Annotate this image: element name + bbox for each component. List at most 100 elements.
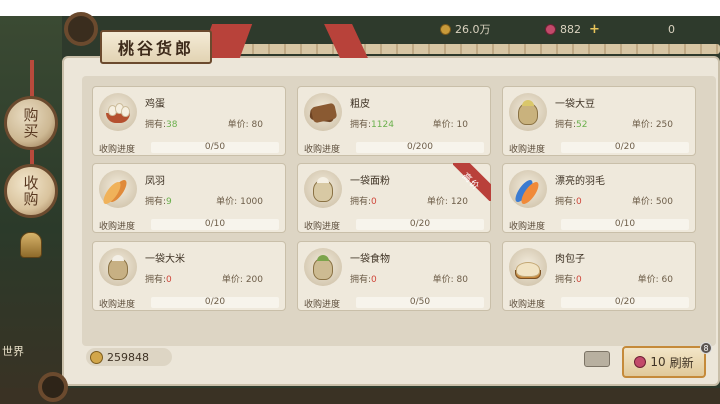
- goods-card[interactable]: 肉包子 拥有:0 单价: 60 收购进度 0/20: [502, 241, 696, 311]
- owned-label: 拥有:: [350, 197, 372, 207]
- progress-bar: 0/20: [561, 142, 689, 153]
- price-label: 单价:: [227, 120, 249, 130]
- item-owned: 拥有:0: [555, 194, 582, 207]
- gem-icon: [545, 23, 556, 35]
- progress-value: 0/20: [614, 297, 636, 307]
- gem-amount: 882: [560, 22, 581, 36]
- price-label: 单价:: [216, 197, 238, 207]
- coin-icon: [90, 350, 103, 364]
- owned-count: 52: [576, 120, 588, 130]
- owned-count: 0: [576, 197, 582, 207]
- owned-count: 0: [371, 275, 377, 285]
- item-price: 单价: 60: [638, 272, 673, 285]
- price-value: 1000: [240, 197, 263, 207]
- coin-balance: 259848: [86, 348, 172, 366]
- silver-resource: 26.0万: [440, 21, 491, 37]
- progress-bar: 0/200: [356, 142, 484, 153]
- soybean-sack-icon: [509, 93, 547, 131]
- world-label[interactable]: 世界: [2, 343, 24, 359]
- progress-value: 0/200: [407, 142, 433, 152]
- progress-value: 0/20: [614, 142, 636, 152]
- high-price-tag: 高价: [453, 163, 491, 201]
- purchase-tab[interactable]: 收购: [4, 164, 58, 218]
- progress-label: 收购进度: [304, 145, 341, 155]
- item-price: 单价: 80: [228, 117, 263, 130]
- progress-bar: 0/10: [561, 219, 689, 230]
- goods-card[interactable]: 粗皮拥有:1124 单价: 10 收购进度 0/200: [297, 86, 491, 156]
- item-price: 单价: 200: [222, 272, 263, 285]
- item-owned: 拥有:0: [350, 272, 377, 285]
- item-price: 单价: 250: [632, 117, 673, 130]
- hide-icon: [304, 93, 342, 131]
- refresh-cost: 10: [650, 355, 666, 369]
- item-owned: 拥有:9: [145, 194, 172, 207]
- rice-sack-icon: [99, 248, 137, 286]
- price-label: 单价:: [631, 197, 653, 207]
- progress-bar: 0/20: [356, 219, 484, 230]
- progress-bar: 0/20: [151, 297, 279, 308]
- price-value: 250: [655, 120, 673, 130]
- progress-label: 收购进度: [99, 222, 136, 232]
- price-label: 单价:: [426, 197, 448, 207]
- owned-count: 0: [576, 275, 582, 285]
- price-value: 60: [661, 275, 673, 285]
- owned-count: 38: [166, 120, 178, 130]
- item-price: 单价: 10: [433, 117, 468, 130]
- item-owned: 拥有:0: [555, 272, 582, 285]
- goods-card[interactable]: 凤羽拥有:9 单价: 1000 收购进度 0/10: [92, 163, 286, 233]
- price-label: 单价:: [432, 275, 454, 285]
- price-label: 单价:: [637, 275, 659, 285]
- buy-tab[interactable]: 购买: [4, 96, 58, 150]
- refresh-button[interactable]: 10 刷新: [622, 346, 706, 378]
- meat-bun-icon: [509, 248, 547, 286]
- coin-amount: 259848: [107, 350, 149, 364]
- item-name: 一袋大豆: [555, 99, 595, 110]
- third-amount: 0: [668, 22, 675, 36]
- progress-value: 0/50: [204, 142, 226, 152]
- owned-label: 拥有:: [145, 120, 167, 130]
- goods-card[interactable]: 一袋食物拥有:0 单价: 80 收购进度 0/50: [297, 241, 491, 311]
- item-name: 一袋食物: [350, 254, 390, 265]
- purchase-tab-label: 收购: [21, 175, 40, 207]
- progress-bar: 0/20: [561, 297, 689, 308]
- item-owned: 拥有:0: [350, 194, 377, 207]
- price-label: 单价:: [432, 120, 454, 130]
- item-price: 单价: 500: [632, 194, 673, 207]
- high-price-label: 高价: [459, 171, 482, 193]
- progress-label: 收购进度: [304, 222, 341, 232]
- goods-card[interactable]: 一袋面粉 拥有:0 单价: 120 收购进度 0/20 高价: [297, 163, 491, 233]
- goods-card[interactable]: 一袋大米 拥有:0 单价: 200 收购进度 0/20: [92, 241, 286, 311]
- silver-amount: 26.0万: [455, 23, 491, 36]
- item-owned: 拥有:1124: [350, 117, 394, 130]
- item-name: 鸡蛋: [145, 99, 165, 110]
- cart-wheel-icon: [64, 12, 98, 46]
- resource-bar: 26.0万 882 + 0: [420, 18, 720, 40]
- item-name: 一袋大米: [145, 254, 185, 265]
- price-value: 80: [251, 120, 263, 130]
- item-name: 凤羽: [145, 176, 165, 187]
- owned-label: 拥有:: [555, 120, 577, 130]
- ribbon-decoration: [30, 60, 34, 100]
- progress-label: 收购进度: [509, 300, 546, 310]
- progress-value: 0/10: [204, 219, 226, 229]
- goods-card[interactable]: 一袋大豆 拥有:52 单价: 250 收购进度 0/20: [502, 86, 696, 156]
- add-gems-button[interactable]: +: [589, 22, 600, 37]
- item-name: 粗皮: [350, 99, 370, 110]
- progress-bar: 0/10: [151, 219, 279, 230]
- owned-count: 1124: [371, 120, 394, 130]
- progress-label: 收购进度: [99, 300, 136, 310]
- info-button[interactable]: [584, 351, 610, 367]
- bottom-strip: [0, 388, 720, 404]
- silver-coin-icon: [440, 23, 451, 35]
- progress-value: 0/20: [409, 219, 431, 229]
- cart-wheel-icon: [38, 372, 68, 402]
- progress-label: 收购进度: [304, 300, 341, 310]
- pretty-feather-icon: [509, 170, 547, 208]
- goods-card[interactable]: 漂亮的羽毛 拥有:0 单价: 500 收购进度 0/10: [502, 163, 696, 233]
- price-label: 单价:: [631, 120, 653, 130]
- progress-value: 0/20: [204, 297, 226, 307]
- progress-bar: 0/50: [356, 297, 484, 308]
- price-value: 10: [456, 120, 468, 130]
- goods-card[interactable]: 鸡蛋 拥有:38 单价: 80 收购进度 0/50: [92, 86, 286, 156]
- price-value: 80: [456, 275, 468, 285]
